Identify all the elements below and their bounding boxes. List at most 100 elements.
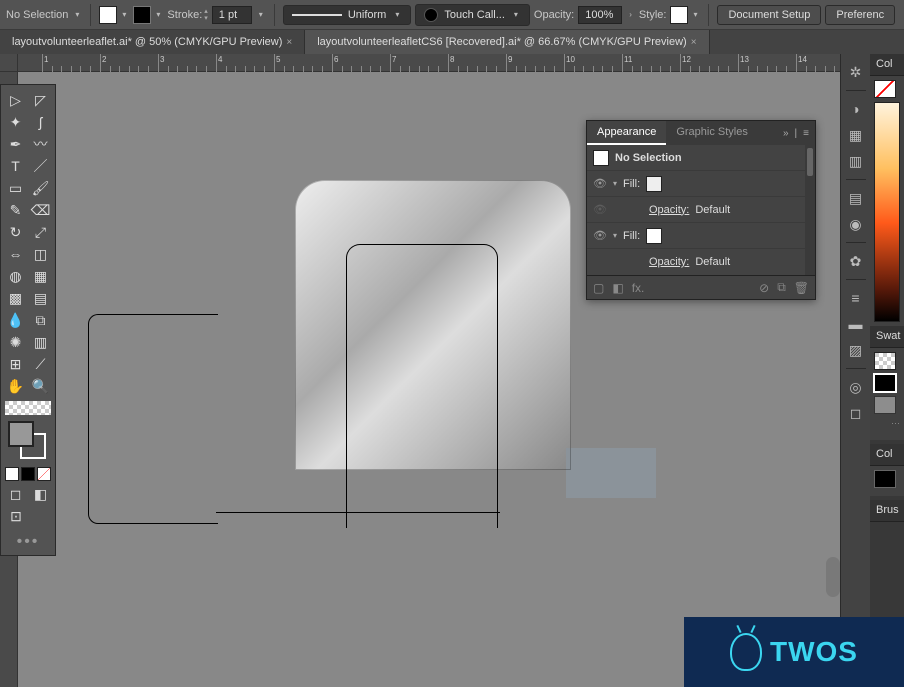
registration-swatch-icon[interactable] [874,352,896,370]
hand-tool[interactable]: ✋ [3,375,28,397]
fill-row[interactable]: 👁 ▾ Fill: [587,171,815,197]
none-swatch-icon[interactable] [874,80,896,98]
clear-icon[interactable]: ⊘ [759,281,769,295]
selection-tool[interactable]: ▷ [3,89,28,111]
document-tab[interactable]: layoutvolunteerleaflet.ai* @ 50% (CMYK/G… [0,30,305,54]
shaper-tool[interactable]: ✎ [3,199,28,221]
symbol-sprayer-tool[interactable]: ✺ [3,331,28,353]
document-tab[interactable]: layoutvolunteerleafletCS6 [Recovered].ai… [305,30,709,54]
color-guide-panel-header[interactable]: Col [870,444,904,466]
fill-swatch-icon[interactable] [646,228,662,244]
blend-tool[interactable]: ⧉ [28,309,53,331]
brushes-panel-icon[interactable]: ◉ [844,212,868,236]
chevron-down-icon[interactable]: ▾ [72,10,82,19]
base-color-swatch[interactable] [874,470,896,488]
transparency-panel-icon[interactable]: ▨ [844,338,868,362]
slice-tool[interactable]: ⟋ [28,353,53,375]
new-fill-icon[interactable]: ◧ [612,281,623,295]
add-effect-icon[interactable]: fx. [632,281,645,295]
path-left-open-rect[interactable] [88,314,218,524]
color-themes-icon[interactable]: ▦ [844,123,868,147]
edit-toolbar-icon[interactable]: ••• [3,533,53,551]
eraser-tool[interactable]: ⌫ [28,199,53,221]
gradient-shape-foot[interactable] [566,448,656,498]
symbols-panel-icon[interactable]: ✿ [844,249,868,273]
gradient-tool[interactable]: ▤ [28,287,53,309]
chevron-down-icon[interactable]: ▾ [256,10,266,19]
new-stroke-icon[interactable]: ▢ [593,281,604,295]
type-tool[interactable]: T [3,155,28,177]
expand-icon[interactable]: ▾ [613,231,617,240]
expand-icon[interactable]: » [783,128,789,139]
color-spectrum[interactable] [874,102,900,322]
color-guide-icon[interactable]: ▥ [844,149,868,173]
graphic-styles-panel-icon[interactable]: ◻ [844,401,868,425]
color-panel-body[interactable] [870,76,904,326]
magic-wand-tool[interactable]: ✦ [3,111,28,133]
rotate-tool[interactable]: ↻ [3,221,28,243]
zoom-tool[interactable]: 🔍 [28,375,53,397]
paintbrush-tool[interactable]: 🖌 [28,177,53,199]
opacity-row[interactable]: . Opacity: Default [587,249,815,275]
none-mode-icon[interactable] [37,467,51,481]
fill-row[interactable]: 👁 ▾ Fill: [587,223,815,249]
panel-menu-icon[interactable]: ≡ [803,128,809,139]
screen-mode-icon[interactable]: ⊡ [3,505,29,527]
swatches-panel-icon[interactable]: ▤ [844,186,868,210]
brushes-panel-header[interactable]: Brus [870,500,904,522]
stroke-swatch-selector[interactable]: ▾ [133,6,163,24]
curvature-tool[interactable]: 〰 [28,133,53,155]
black-swatch-icon[interactable] [874,374,896,392]
stroke-weight-input[interactable] [212,6,252,24]
gradient-panel-icon[interactable]: ▬ [844,312,868,336]
direct-selection-tool[interactable]: ◸ [28,89,53,111]
fill-stroke-indicator[interactable] [8,421,48,461]
eyedropper-tool[interactable]: 💧 [3,309,28,331]
swatches-panel-header[interactable]: Swat [870,326,904,348]
tab-graphic-styles[interactable]: Graphic Styles [666,121,758,145]
preferences-button[interactable]: Preferenc [825,5,895,25]
width-tool[interactable]: ⇔ [3,243,28,265]
opacity-row[interactable]: 👁 Opacity: Default [587,197,815,223]
brush-select[interactable]: Touch Call...▾ [415,4,530,26]
fill-box[interactable] [8,421,34,447]
horizontal-ruler[interactable]: 1234567891011121314 [18,54,904,72]
ruler-origin[interactable] [0,54,18,72]
lasso-tool[interactable]: ʃ [28,111,53,133]
tab-appearance[interactable]: Appearance [587,121,666,145]
color-mode-icon[interactable] [5,467,19,481]
stroke-panel-icon[interactable]: ≡ [844,286,868,310]
visibility-icon[interactable]: 👁 [593,229,607,242]
free-transform-tool[interactable]: ◫ [28,243,53,265]
white-swatch-icon[interactable] [874,396,896,414]
mesh-tool[interactable]: ▩ [3,287,28,309]
opacity-slider-expand[interactable]: › [626,10,635,19]
draw-behind-icon[interactable]: ◧ [28,483,53,505]
graph-tool[interactable]: ▥ [28,331,53,353]
shape-builder-tool[interactable]: ◍ [3,265,28,287]
color-guide-panel-body[interactable] [870,466,904,496]
visibility-icon[interactable]: 👁 [593,177,607,190]
style-select[interactable]: ▾ [670,6,700,24]
appearance-panel-icon[interactable]: ◎ [844,375,868,399]
trash-icon[interactable]: 🗑 [794,281,809,295]
path-bottom-line[interactable] [216,512,500,528]
opacity-input[interactable] [578,6,622,24]
perspective-tool[interactable]: ▦ [28,265,53,287]
swatches-panel-body[interactable]: ⋯ [870,348,904,440]
rectangle-tool[interactable]: ▭ [3,177,28,199]
collapse-icon[interactable]: | [795,128,798,139]
pen-tool[interactable]: ✒ [3,133,28,155]
document-setup-button[interactable]: Document Setup [717,5,821,25]
artboard-tool[interactable]: ⊞ [3,353,28,375]
navigator-wheel-icon[interactable]: ✲ [844,60,868,84]
visibility-icon[interactable]: 👁 [593,203,607,216]
gradient-mode-icon[interactable] [21,467,35,481]
vertical-scrollbar-thumb[interactable] [826,557,840,597]
expand-icon[interactable]: ▾ [613,179,617,188]
close-icon[interactable]: × [691,37,697,48]
panel-scrollbar[interactable] [805,145,815,275]
scale-tool[interactable]: ⤢ [28,221,53,243]
fill-swatch-icon[interactable] [646,176,662,192]
stroke-stepper[interactable]: ▴▾ [204,8,208,22]
